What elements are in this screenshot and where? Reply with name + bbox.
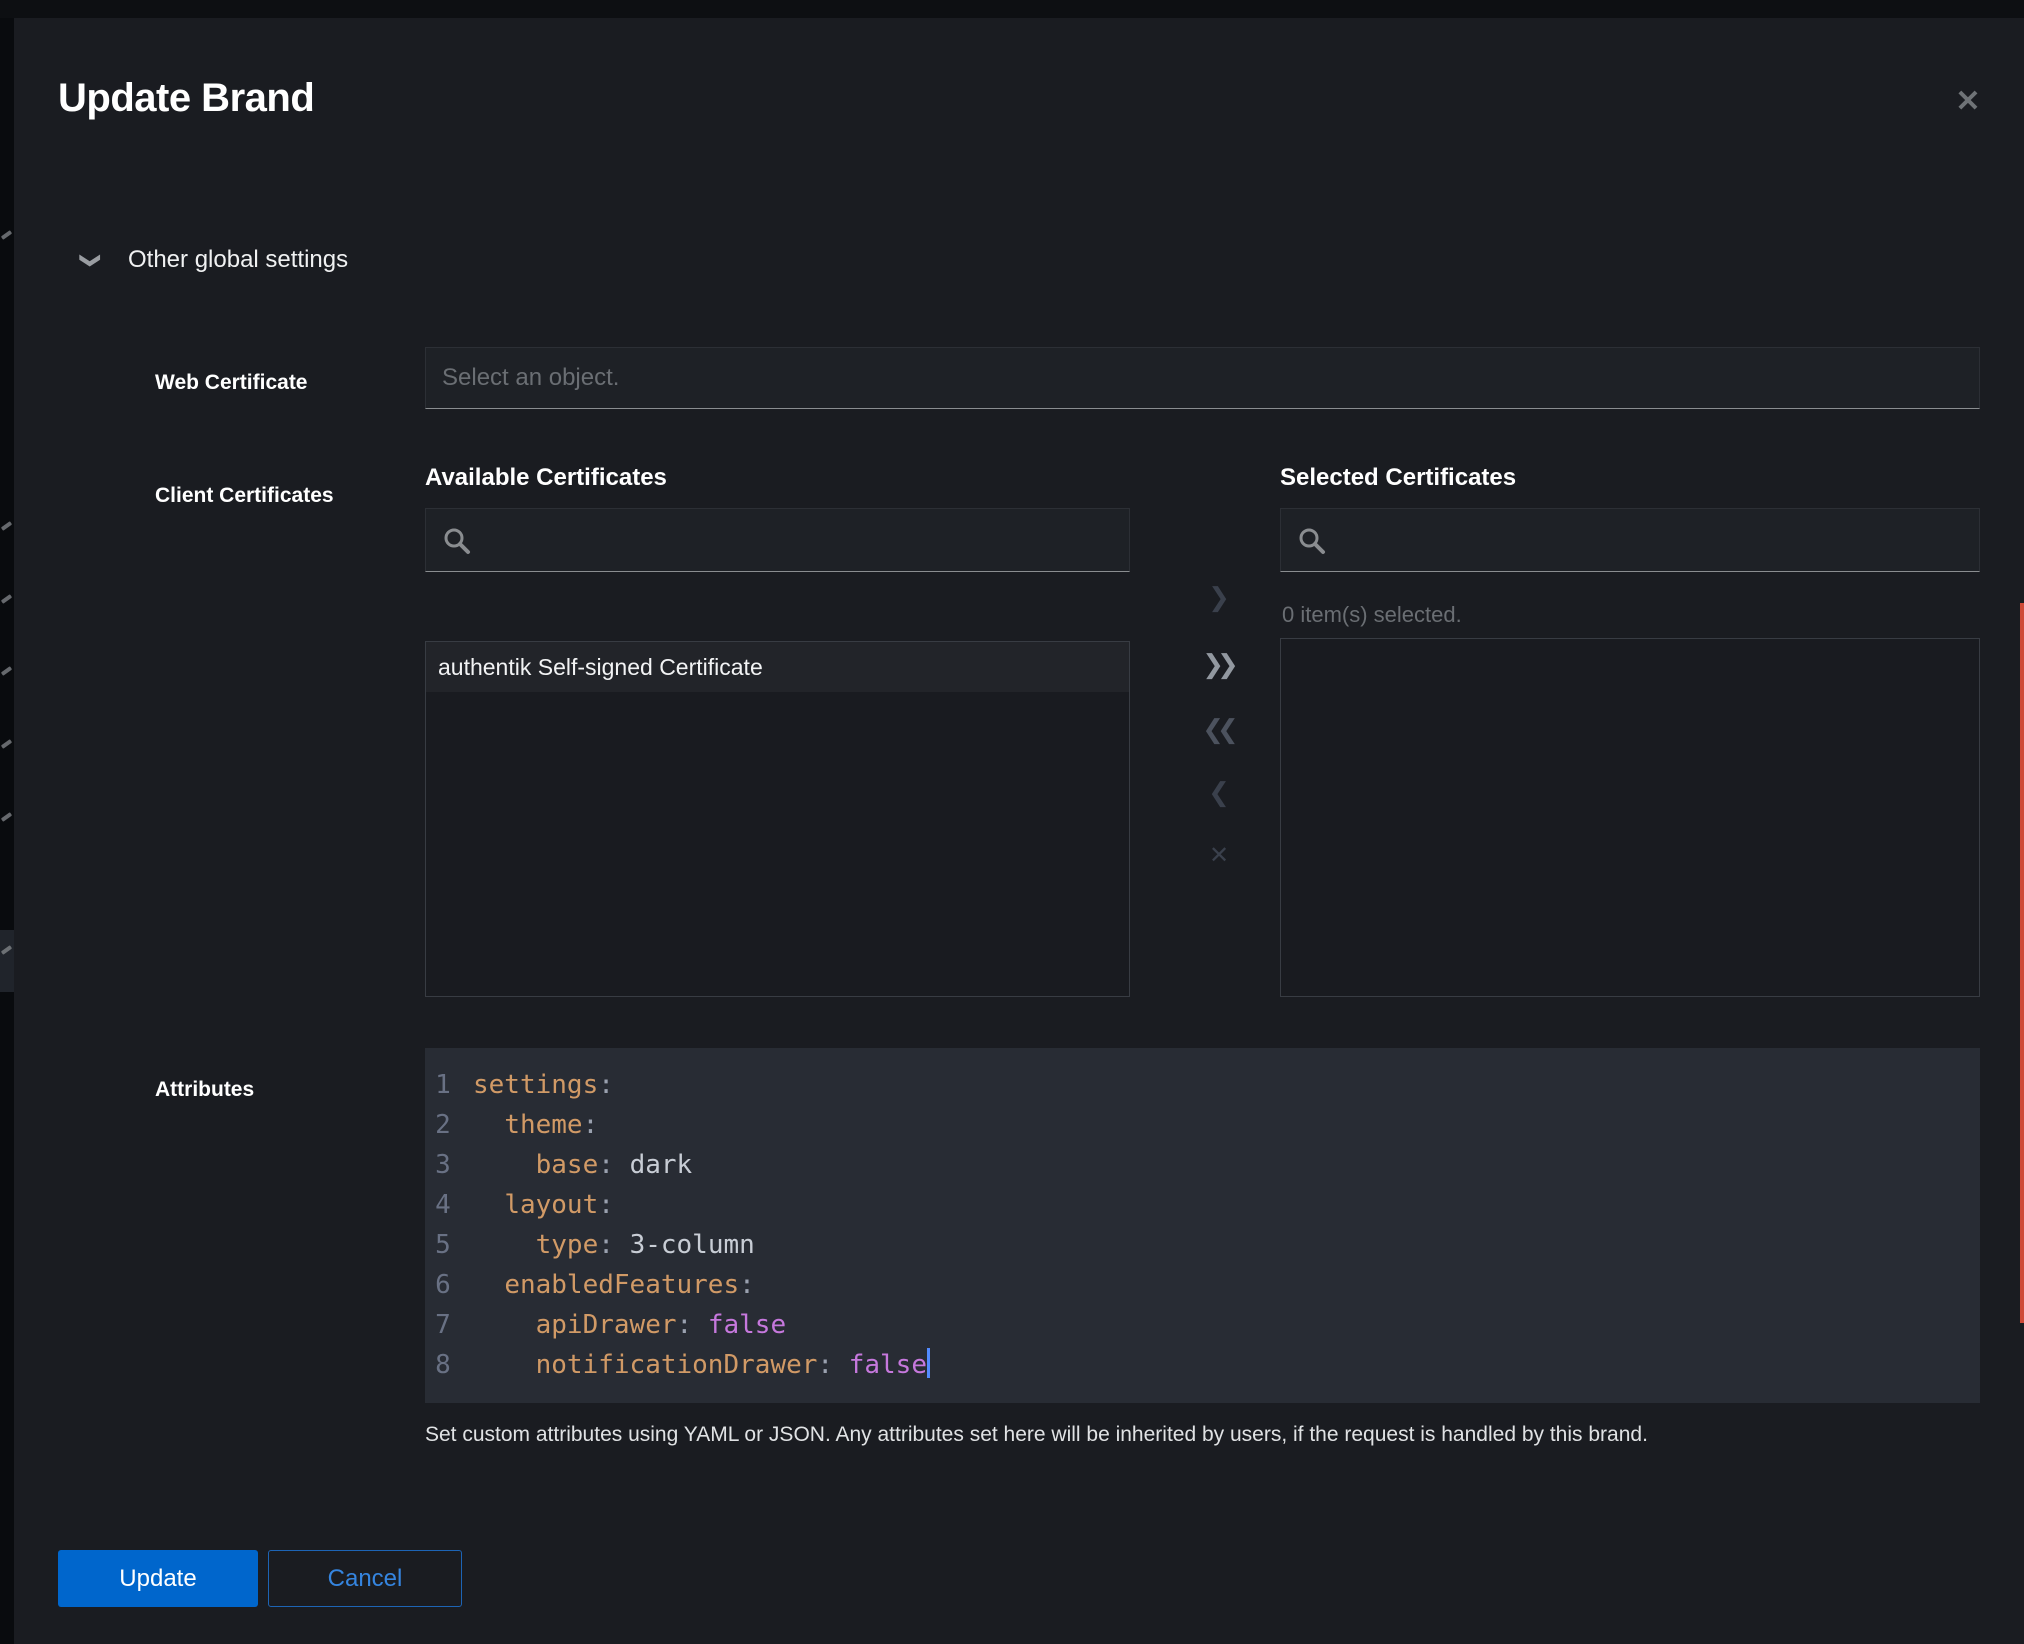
notification-edge-strip	[2020, 603, 2024, 1323]
clear-selected-button[interactable]: ✕	[1209, 835, 1229, 875]
search-icon	[1297, 526, 1327, 556]
modal-title: Update Brand	[58, 76, 314, 121]
certificate-list-item[interactable]: authentik Self-signed Certificate	[426, 642, 1129, 692]
code-line: 8 notificationDrawer: false	[425, 1345, 1980, 1385]
transfer-controls: ❯❯❯❮❮❮✕	[1186, 578, 1252, 875]
close-icon[interactable]: ✕	[1946, 80, 1990, 124]
code-lines: 1settings:2 theme:3 base: dark4 layout:5…	[425, 1065, 1980, 1385]
line-number: 3	[425, 1145, 461, 1185]
available-certificates-list[interactable]: authentik Self-signed Certificate	[425, 641, 1130, 997]
code-line: 6 enabledFeatures:	[425, 1265, 1980, 1305]
section-header-other-global-settings[interactable]: ❯ Other global settings	[78, 238, 348, 282]
page-top-strip	[0, 0, 2024, 18]
chevron-down-icon: ❯	[79, 247, 104, 273]
code-line: 1settings:	[425, 1065, 1980, 1105]
available-search-input[interactable]	[426, 509, 1129, 571]
code-line: 2 theme:	[425, 1105, 1980, 1145]
sidebar-icon-fragment	[1, 230, 12, 240]
web-certificate-input[interactable]	[426, 348, 1979, 408]
selected-certificates-list[interactable]	[1280, 638, 1980, 997]
available-search-box[interactable]	[425, 508, 1130, 572]
selected-search-input[interactable]	[1281, 509, 1979, 571]
cancel-button[interactable]: Cancel	[268, 1550, 462, 1607]
line-number: 6	[425, 1265, 461, 1305]
line-number: 8	[425, 1345, 461, 1385]
line-number: 7	[425, 1305, 461, 1345]
selected-certificates-heading: Selected Certificates	[1280, 464, 1516, 492]
move-selected-left-button[interactable]: ❮	[1208, 773, 1230, 813]
code-line: 4 layout:	[425, 1185, 1980, 1225]
sidebar-active-item-fragment	[0, 930, 14, 992]
attributes-label: Attributes	[155, 1078, 254, 1102]
line-number: 5	[425, 1225, 461, 1265]
line-number: 2	[425, 1105, 461, 1145]
available-certificates-heading: Available Certificates	[425, 464, 667, 492]
attributes-code-editor[interactable]: 1settings:2 theme:3 base: dark4 layout:5…	[425, 1048, 1980, 1403]
client-certificates-label: Client Certificates	[155, 484, 334, 508]
selected-count-status: 0 item(s) selected.	[1282, 602, 1462, 628]
web-certificate-label: Web Certificate	[155, 371, 308, 395]
line-number: 1	[425, 1065, 461, 1105]
move-selected-right-button[interactable]: ❯	[1208, 578, 1230, 618]
web-certificate-select[interactable]	[425, 347, 1980, 409]
sidebar-icon-fragment	[1, 812, 12, 822]
sidebar-icon-fragment	[1, 739, 12, 749]
selected-search-box[interactable]	[1280, 508, 1980, 572]
sidebar-icon-fragment	[1, 521, 12, 531]
update-button[interactable]: Update	[58, 1550, 258, 1607]
code-line: 3 base: dark	[425, 1145, 1980, 1185]
code-line: 7 apiDrawer: false	[425, 1305, 1980, 1345]
text-cursor	[927, 1348, 930, 1378]
move-all-right-button[interactable]: ❯❯	[1206, 645, 1232, 685]
update-brand-modal: Update Brand ✕ ❯ Other global settings W…	[14, 18, 2024, 1644]
sidebar-sliver	[0, 18, 14, 1644]
sidebar-icon-fragment	[1, 666, 12, 676]
move-all-left-button[interactable]: ❮❮	[1206, 710, 1232, 750]
code-line: 5 type: 3-column	[425, 1225, 1980, 1265]
attributes-help-text: Set custom attributes using YAML or JSON…	[425, 1423, 1945, 1447]
sidebar-icon-fragment	[1, 594, 12, 604]
section-label: Other global settings	[128, 246, 348, 274]
line-number: 4	[425, 1185, 461, 1225]
search-icon	[442, 526, 472, 556]
screen: Update Brand ✕ ❯ Other global settings W…	[0, 0, 2024, 1644]
